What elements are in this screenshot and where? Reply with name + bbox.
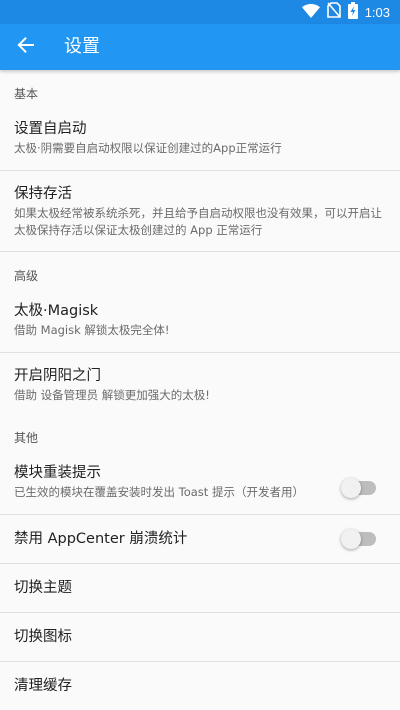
setting-title: 太极·Magisk [14, 303, 99, 319]
setting-keep-alive[interactable]: 保持存活 如果太极经常被系统杀死，并且给予自启动权限也没有效果，可以开启让太极保… [0, 171, 400, 252]
no-sim-icon [326, 2, 341, 22]
page-title: 设置 [64, 36, 100, 57]
status-bar: 1:03 [0, 0, 400, 24]
setting-switch-theme[interactable]: 切换主题 [0, 564, 400, 613]
setting-summary: 已生效的模块在覆盖安装时发出 Toast 提示（开发者用） [14, 485, 304, 499]
setting-magisk[interactable]: 太极·Magisk 借助 Magisk 解锁太极完全体! [0, 294, 400, 353]
setting-title: 开启阴阳之门 [14, 368, 101, 384]
arrow-back-icon [17, 36, 35, 58]
back-button[interactable] [10, 31, 42, 63]
setting-title: 禁用 AppCenter 崩溃统计 [14, 531, 188, 547]
setting-summary: 借助 Magisk 解锁太极完全体! [14, 323, 170, 337]
reinstall-hint-toggle[interactable] [341, 478, 376, 498]
appcenter-toggle[interactable] [341, 529, 376, 549]
setting-appcenter-crash[interactable]: 禁用 AppCenter 崩溃统计 [0, 515, 400, 564]
setting-autostart[interactable]: 设置自启动 太极·阴需要自启动权限以保证创建过的App正常运行 [0, 112, 400, 171]
status-icons: 1:03 [301, 1, 390, 23]
setting-summary: 太极·阴需要自启动权限以保证创建过的App正常运行 [14, 141, 282, 155]
setting-title: 模块重装提示 [14, 465, 101, 481]
battery-charging-icon [347, 1, 358, 23]
app-bar: 设置 [0, 24, 400, 70]
setting-title: 切换主题 [14, 580, 72, 596]
clock-time: 1:03 [364, 4, 390, 20]
setting-summary: 借助 设备管理员 解锁更加强大的太极! [14, 388, 210, 402]
setting-yinyang-gate[interactable]: 开启阴阳之门 借助 设备管理员 解锁更加强大的太极! [0, 353, 400, 416]
section-header-basic: 基本 [14, 87, 39, 101]
setting-reinstall-hint[interactable]: 模块重装提示 已生效的模块在覆盖安装时发出 Toast 提示（开发者用） [0, 456, 400, 515]
setting-title: 设置自启动 [14, 121, 87, 137]
setting-title: 切换图标 [14, 629, 72, 645]
section-header-advanced: 高级 [14, 269, 39, 283]
wifi-icon [301, 3, 320, 22]
setting-switch-icon[interactable]: 切换图标 [0, 613, 400, 662]
setting-title: 保持存活 [14, 186, 72, 202]
toggle-thumb [341, 478, 361, 498]
section-header-other: 其他 [14, 431, 39, 445]
setting-title: 清理缓存 [14, 678, 72, 694]
setting-summary: 如果太极经常被系统杀死，并且给予自启动权限也没有效果，可以开启让太极保持存活以保… [14, 206, 382, 237]
settings-list: 基本 设置自启动 太极·阴需要自启动权限以保证创建过的App正常运行 保持存活 … [0, 72, 400, 710]
toggle-thumb [341, 529, 361, 549]
setting-clear-cache[interactable]: 清理缓存 [0, 662, 400, 710]
